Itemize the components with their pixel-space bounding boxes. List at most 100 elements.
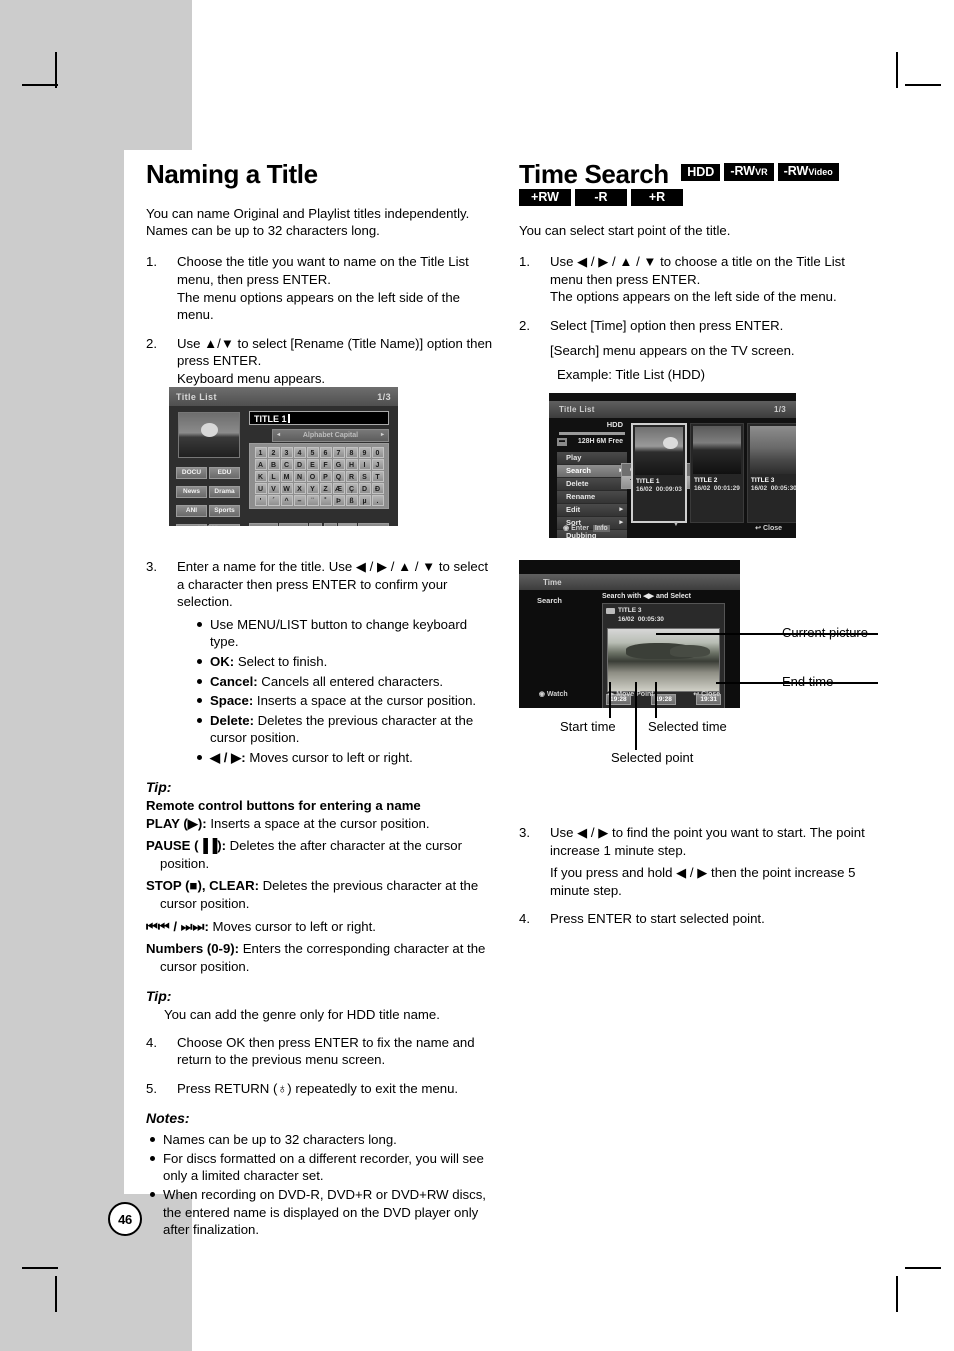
osd-time-title-info: TITLE 3 16/02 00:05:30 (606, 607, 721, 625)
key-h[interactable]: H (345, 458, 358, 470)
key-s[interactable]: S (358, 470, 371, 482)
key-g[interactable]: G (332, 458, 345, 470)
cursor-right-button[interactable]: ▶ (323, 523, 338, 526)
genre-button-news[interactable]: News (176, 486, 207, 498)
menu-item-search[interactable]: Search▸ (557, 464, 627, 478)
key-r[interactable]: R (345, 470, 358, 482)
key-thorn[interactable]: Þ (332, 494, 345, 506)
chevron-left-icon[interactable]: ◂ (277, 430, 280, 441)
key-d[interactable]: D (293, 458, 306, 470)
key-circumflex[interactable]: ^ (280, 494, 293, 506)
key-ccedilla[interactable]: Ç (345, 482, 358, 494)
disc-badge-rw-vr: -RWVR (724, 163, 774, 182)
title-card-1[interactable]: TITLE 1 16/02 00:09:03 (631, 423, 687, 523)
key-4[interactable]: 4 (293, 446, 306, 458)
key-q[interactable]: Q (332, 470, 345, 482)
bullet-cancel-label: Cancel: (210, 673, 258, 689)
key-eszett[interactable]: ß (345, 494, 358, 506)
chevron-right-icon[interactable]: ▸ (381, 430, 384, 441)
tip-1-subheading: Remote control buttons for entering a na… (146, 798, 421, 814)
left-step-1-number: 1. (146, 254, 157, 270)
key-diaeresis[interactable]: ¨ (306, 494, 319, 506)
ok-button[interactable]: OK (338, 523, 357, 526)
key-z[interactable]: Z (319, 482, 332, 494)
osd-keyboard-name-input[interactable]: TITLE 1 (249, 411, 389, 425)
genre-button-docu[interactable]: DOCU (176, 467, 207, 479)
key-a[interactable]: A (254, 458, 267, 470)
hdd-icon (606, 608, 615, 614)
crop-mark-bottom-left-v (55, 1276, 57, 1312)
key-c[interactable]: C (280, 458, 293, 470)
key-9[interactable]: 9 (358, 446, 371, 458)
key-3[interactable]: 3 (280, 446, 293, 458)
footer-close-hint: ↩ Close (755, 525, 782, 532)
key-k[interactable]: K (254, 470, 267, 482)
title-card-2[interactable]: TITLE 2 16/02 00:01:29 (689, 423, 744, 523)
key-0[interactable]: 0 (371, 446, 384, 458)
bullet-menu-list: Use MENU/LIST button to change keyboard … (195, 616, 498, 651)
bullet-delete-label: Delete: (210, 712, 254, 728)
genre-button-ani[interactable]: ANI (176, 505, 207, 517)
key-acute-2[interactable]: ´ (267, 494, 280, 506)
key-2[interactable]: 2 (267, 446, 280, 458)
key-period[interactable]: . (371, 494, 384, 506)
key-b[interactable]: B (267, 458, 280, 470)
key-y[interactable]: Y (306, 482, 319, 494)
key-8[interactable]: 8 (345, 446, 358, 458)
key-w[interactable]: W (280, 482, 293, 494)
genre-button-sports[interactable]: Sports (209, 505, 240, 517)
menu-item-edit[interactable]: Edit ▸ (557, 503, 627, 517)
key-mu[interactable]: µ (358, 494, 371, 506)
key-6[interactable]: 6 (319, 446, 332, 458)
tip-2-body: You can add the genre only for HDD title… (164, 1007, 440, 1023)
key-u[interactable]: U (254, 482, 267, 494)
osd-keyboard-body: DOCUEDUNewsDramaANISportsMovieShowAV INC… (169, 406, 398, 526)
key-o[interactable]: O (306, 470, 319, 482)
genre-button-edu[interactable]: EDU (209, 467, 240, 479)
osd-titlelist-free-space: ▬ 128H 6M Free (557, 438, 623, 446)
key-p[interactable]: P (319, 470, 332, 482)
key-n[interactable]: N (293, 470, 306, 482)
bullet-cursor-arrows-label: ◀ / ▶: (210, 749, 246, 765)
key-f[interactable]: F (319, 458, 332, 470)
osd-time-footer: ◉ Watch ◂▸ Move Point ↩ Close (519, 688, 740, 700)
island-shape-2 (670, 644, 710, 657)
space-button[interactable]: Space (249, 523, 278, 526)
key-t[interactable]: T (371, 470, 384, 482)
key-7[interactable]: 7 (332, 446, 345, 458)
menu-item-play[interactable]: Play (557, 451, 627, 465)
right-step-2-example: Example: Title List (HDD) (557, 366, 706, 382)
menu-item-rename[interactable]: Rename (557, 490, 627, 504)
tip-1-block: Remote control buttons for entering a na… (146, 797, 498, 975)
key-ring[interactable]: ˚ (319, 494, 332, 506)
menu-item-delete[interactable]: Delete (557, 477, 627, 491)
tip-2-heading: Tip: (146, 988, 172, 1005)
key-d2[interactable]: D (358, 482, 371, 494)
key-dash[interactable]: – (293, 494, 306, 506)
key-acute-1[interactable]: ' (254, 494, 267, 506)
callout-label-start-time: Start time (560, 719, 616, 734)
key-e[interactable]: E (306, 458, 319, 470)
key-i[interactable]: I (358, 458, 371, 470)
key-j[interactable]: J (371, 458, 384, 470)
key-l[interactable]: L (267, 470, 280, 482)
key-v[interactable]: V (267, 482, 280, 494)
left-step-4-number: 4. (146, 1034, 157, 1050)
key-m[interactable]: M (280, 470, 293, 482)
callout-label-selected-point: Selected point (611, 750, 694, 765)
osd-keyboard-page-indicator: 1/3 (377, 391, 391, 402)
osd-keyboard-type-selector[interactable]: ◂ Alphabet Capital ▸ (272, 429, 389, 442)
title-card-3[interactable]: TITLE 3 16/02 00:05:30 (746, 423, 796, 523)
key-1[interactable]: 1 (254, 446, 267, 458)
cursor-left-button[interactable]: ◀ (309, 523, 323, 526)
key-5[interactable]: 5 (306, 446, 319, 458)
key-eth[interactable]: Ð (371, 482, 384, 494)
osd-screenshot-title-list-hdd: Title List 1/3 HDD ▬ 128H 6M Free Play Se… (549, 393, 796, 538)
right-title-row: Time Search HDD -RWVR -RWVideo (519, 160, 871, 189)
genre-button-drama[interactable]: Drama (209, 486, 240, 498)
key-x[interactable]: X (293, 482, 306, 494)
key-ae[interactable]: Æ (332, 482, 345, 494)
osd-keyboard-action-bar: Space Delete ◀ ▶ OK Cancel (249, 523, 389, 526)
delete-button[interactable]: Delete (278, 523, 308, 526)
cancel-button[interactable]: Cancel (358, 523, 389, 526)
